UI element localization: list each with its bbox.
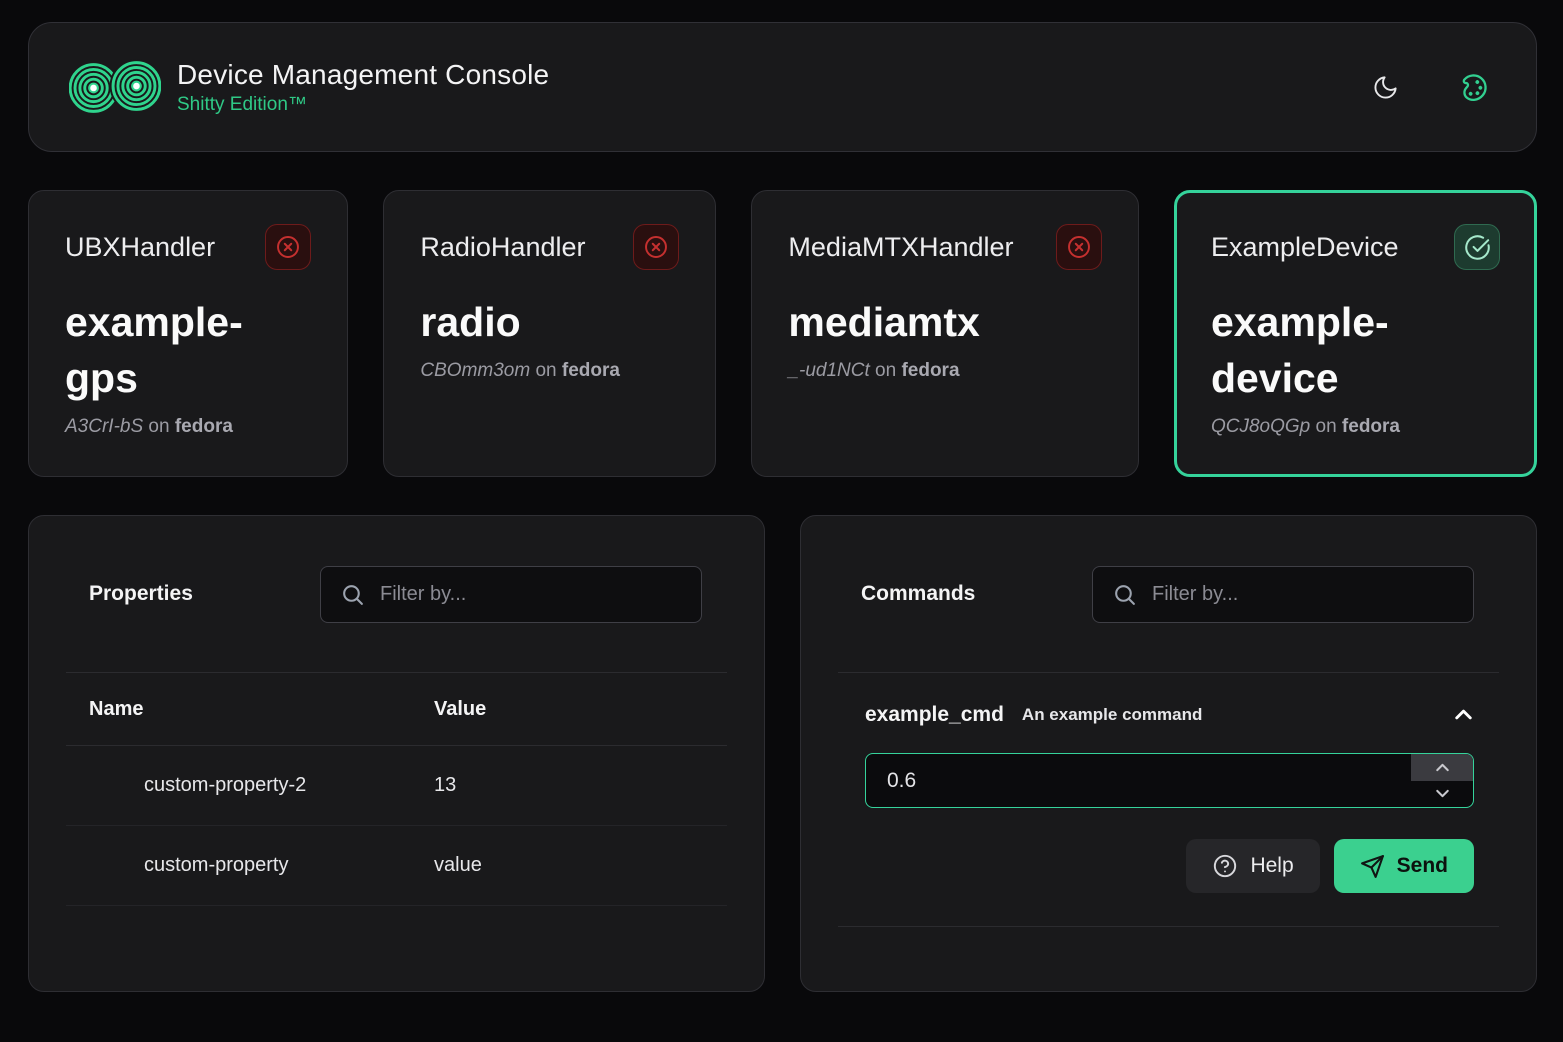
- help-button-label: Help: [1250, 854, 1293, 878]
- command-accordion-header[interactable]: example_cmd An example command: [838, 673, 1499, 728]
- handler-name: UBXHandler: [65, 232, 215, 263]
- status-badge: [1454, 224, 1500, 270]
- moon-icon: [1372, 74, 1399, 101]
- device-subtitle: _-ud1NCt on fedora: [788, 360, 1102, 382]
- property-name-cell: custom-property: [66, 854, 434, 877]
- device-card-row: UBXHandler example-gps A3CrI-bS on fedor…: [28, 190, 1537, 477]
- status-badge: [265, 224, 311, 270]
- properties-panel-title: Properties: [89, 582, 193, 606]
- detail-panels: Properties Name Value custom-property-2 …: [28, 515, 1537, 992]
- device-card-mediamtxhandler[interactable]: MediaMTXHandler mediamtx _-ud1NCt on fed…: [751, 190, 1139, 477]
- device-subtitle: QCJ8oQGp on fedora: [1211, 416, 1500, 438]
- on-label: on: [535, 360, 556, 381]
- device-card-radiohandler[interactable]: RadioHandler radio CBOmm3om on fedora: [383, 190, 716, 477]
- command-name: example_cmd: [865, 703, 1004, 727]
- column-header-name: Name: [66, 698, 434, 721]
- circle-x-icon: [275, 234, 301, 260]
- paper-plane-icon: [1360, 854, 1385, 879]
- command-description: An example command: [1022, 705, 1202, 725]
- table-row: custom-property value: [66, 826, 727, 906]
- device-id: _-ud1NCt: [788, 360, 869, 381]
- palette-icon: [1459, 73, 1488, 102]
- handler-name: MediaMTXHandler: [788, 232, 1013, 263]
- page-title: Device Management Console: [177, 59, 549, 91]
- chevron-up-icon: [1450, 701, 1477, 728]
- number-stepper: [1411, 754, 1473, 807]
- device-subtitle: A3CrI-bS on fedora: [65, 416, 311, 438]
- commands-panel-title: Commands: [861, 582, 975, 606]
- on-label: on: [875, 360, 896, 381]
- column-header-value: Value: [434, 698, 727, 721]
- commands-panel: Commands example_cmd An example command: [800, 515, 1537, 992]
- circle-x-icon: [1066, 234, 1092, 260]
- command-argument-input[interactable]: [866, 754, 1411, 807]
- handler-name: ExampleDevice: [1211, 232, 1399, 263]
- device-id: A3CrI-bS: [65, 416, 143, 437]
- device-host: fedora: [562, 360, 620, 381]
- commands-bottom-divider: [838, 926, 1499, 927]
- device-host: fedora: [175, 416, 233, 437]
- stepper-up-button[interactable]: [1411, 754, 1473, 781]
- circle-x-icon: [643, 234, 669, 260]
- chevron-down-icon: [1432, 783, 1453, 804]
- device-id: QCJ8oQGp: [1211, 416, 1310, 437]
- send-button-label: Send: [1397, 854, 1448, 878]
- theme-toggle-button[interactable]: [1362, 64, 1408, 110]
- status-badge: [633, 224, 679, 270]
- properties-panel: Properties Name Value custom-property-2 …: [28, 515, 765, 992]
- handler-name: RadioHandler: [420, 232, 585, 263]
- property-name-cell: custom-property-2: [66, 774, 434, 797]
- command-actions: Help Send: [838, 839, 1474, 893]
- on-label: on: [1316, 416, 1337, 437]
- chevron-up-icon: [1432, 757, 1453, 778]
- device-name: mediamtx: [788, 295, 1102, 351]
- device-name: example-device: [1211, 295, 1500, 407]
- send-button[interactable]: Send: [1334, 839, 1474, 893]
- device-card-exampledevice-selected[interactable]: ExampleDevice example-device QCJ8oQGp on…: [1174, 190, 1537, 477]
- page-subtitle: Shitty Edition™: [177, 94, 549, 116]
- property-value-cell: 13: [434, 774, 727, 797]
- device-subtitle: CBOmm3om on fedora: [420, 360, 679, 382]
- circle-check-icon: [1464, 234, 1491, 261]
- device-name: radio: [420, 295, 679, 351]
- device-host: fedora: [901, 360, 959, 381]
- palette-button[interactable]: [1450, 64, 1496, 110]
- app-header: Device Management Console Shitty Edition…: [28, 22, 1537, 152]
- properties-filter-input[interactable]: [380, 583, 682, 606]
- properties-table-header: Name Value: [66, 673, 727, 746]
- properties-filter: [320, 566, 702, 623]
- search-icon: [1112, 582, 1137, 607]
- commands-filter: [1092, 566, 1474, 623]
- device-host: fedora: [1342, 416, 1400, 437]
- search-icon: [340, 582, 365, 607]
- command-argument-input-group: [865, 753, 1474, 808]
- circle-question-icon: [1212, 853, 1238, 879]
- property-value-cell: value: [434, 854, 727, 877]
- on-label: on: [148, 416, 169, 437]
- device-name: example-gps: [65, 295, 311, 407]
- help-button[interactable]: Help: [1186, 839, 1319, 893]
- status-badge: [1056, 224, 1102, 270]
- table-row: custom-property-2 13: [66, 746, 727, 826]
- device-card-ubxhandler[interactable]: UBXHandler example-gps A3CrI-bS on fedor…: [28, 190, 348, 477]
- device-id: CBOmm3om: [420, 360, 530, 381]
- stepper-down-button[interactable]: [1411, 781, 1473, 808]
- commands-filter-input[interactable]: [1152, 583, 1454, 606]
- app-logo-icon: [69, 47, 161, 127]
